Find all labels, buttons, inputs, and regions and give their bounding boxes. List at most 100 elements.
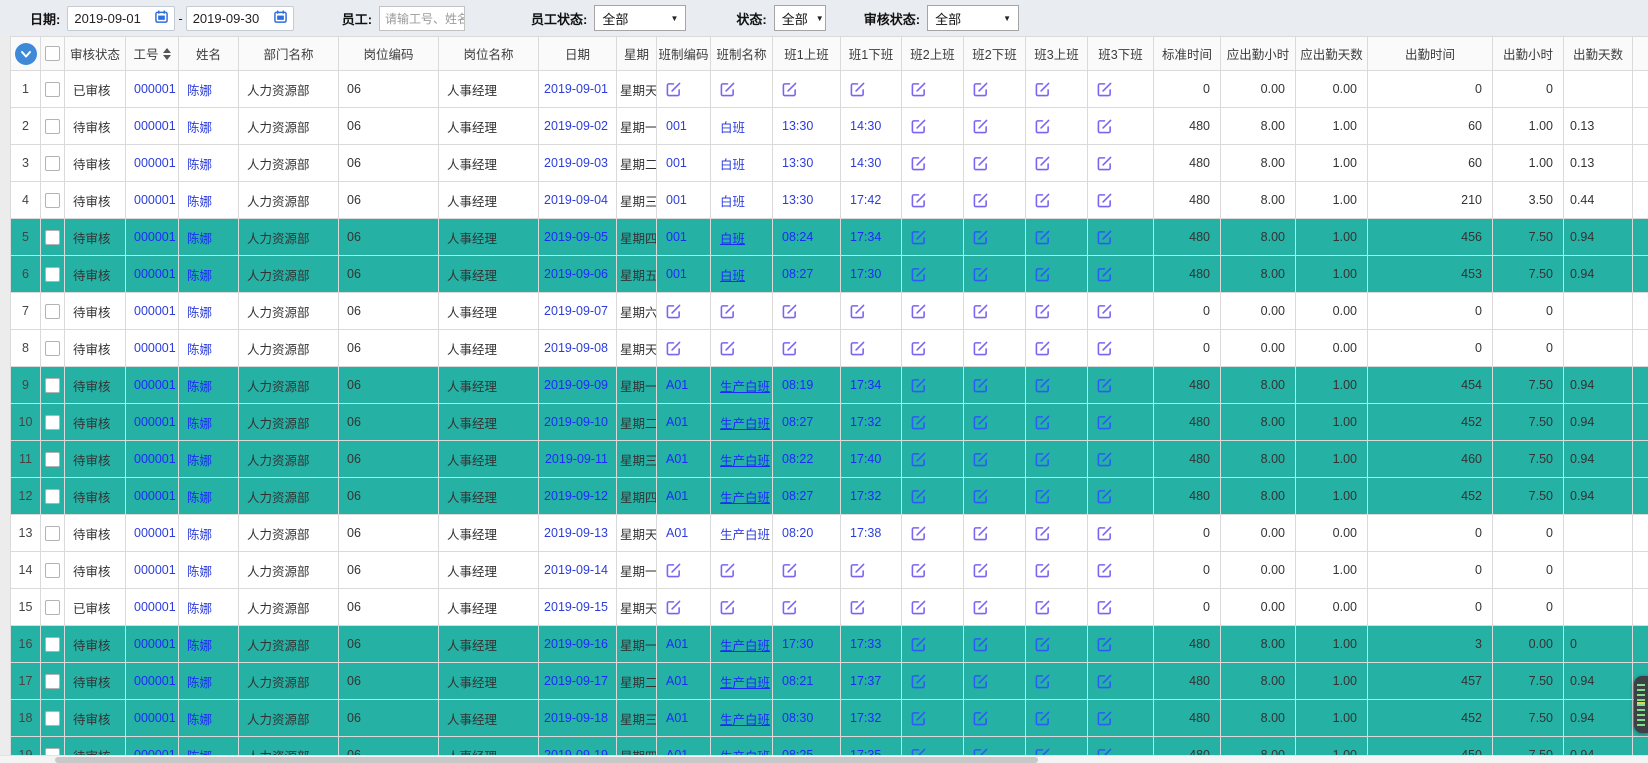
row-checkbox[interactable] (45, 230, 60, 245)
employee-name-link[interactable]: 陈娜 (187, 269, 212, 283)
edit-icon[interactable] (720, 82, 735, 97)
edit-icon[interactable] (973, 637, 988, 652)
date-link[interactable]: 2019-09-11 (545, 452, 608, 466)
employee-name-link[interactable]: 陈娜 (187, 195, 212, 209)
employee-no-link[interactable]: 000001 (134, 304, 176, 318)
date-to-input[interactable]: 2019-09-30 (186, 6, 294, 31)
shift1-out-link[interactable]: 17:40 (850, 452, 881, 466)
shift1-in-link[interactable]: 13:30 (782, 119, 813, 133)
edit-icon[interactable] (1035, 119, 1050, 134)
edit-icon[interactable] (911, 711, 926, 726)
edit-icon[interactable] (850, 563, 865, 578)
employee-name-link[interactable]: 陈娜 (187, 602, 212, 616)
edit-icon[interactable] (1097, 378, 1112, 393)
shift-name-link[interactable]: 白班 (720, 195, 745, 209)
employee-no-link[interactable]: 000001 (134, 674, 176, 688)
shift1-in-link[interactable]: 08:22 (782, 452, 813, 466)
edit-icon[interactable] (1035, 563, 1050, 578)
shift1-out-link[interactable]: 14:30 (850, 156, 881, 170)
edit-icon[interactable] (1097, 230, 1112, 245)
edit-icon[interactable] (911, 341, 926, 356)
shift1-in-link[interactable]: 08:27 (782, 267, 813, 281)
date-link[interactable]: 2019-09-10 (544, 415, 608, 429)
employee-no-link[interactable]: 000001 (134, 415, 176, 429)
edit-icon[interactable] (1097, 82, 1112, 97)
edit-icon[interactable] (850, 341, 865, 356)
shift-name-link[interactable]: 白班 (720, 158, 745, 172)
edit-icon[interactable] (1097, 452, 1112, 467)
edit-icon[interactable] (911, 193, 926, 208)
edit-icon[interactable] (1035, 600, 1050, 615)
edit-icon[interactable] (1097, 341, 1112, 356)
edit-icon[interactable] (911, 304, 926, 319)
date-from-input[interactable]: 2019-09-01 (67, 6, 175, 31)
row-checkbox[interactable] (45, 193, 60, 208)
employee-no-link[interactable]: 000001 (134, 156, 176, 170)
edit-icon[interactable] (1035, 193, 1050, 208)
row-checkbox[interactable] (45, 711, 60, 726)
date-link[interactable]: 2019-09-04 (544, 193, 608, 207)
shift-code-link[interactable]: 001 (666, 267, 687, 281)
row-checkbox[interactable] (45, 489, 60, 504)
shift-name-link[interactable]: 生产白班 (720, 639, 770, 653)
employee-name-link[interactable]: 陈娜 (187, 84, 212, 98)
edit-icon[interactable] (1097, 526, 1112, 541)
date-link[interactable]: 2019-09-01 (544, 82, 608, 96)
date-link[interactable]: 2019-09-18 (544, 711, 608, 725)
edit-icon[interactable] (666, 304, 681, 319)
edit-icon[interactable] (911, 230, 926, 245)
shift-name-link[interactable]: 生产白班 (720, 491, 770, 505)
edit-icon[interactable] (782, 341, 797, 356)
edit-icon[interactable] (720, 563, 735, 578)
edit-icon[interactable] (782, 600, 797, 615)
employee-no-link[interactable]: 000001 (134, 600, 176, 614)
row-checkbox[interactable] (45, 637, 60, 652)
edit-icon[interactable] (973, 526, 988, 541)
employee-name-link[interactable]: 陈娜 (187, 676, 212, 690)
edit-icon[interactable] (666, 600, 681, 615)
edit-icon[interactable] (666, 82, 681, 97)
edit-icon[interactable] (973, 119, 988, 134)
edit-icon[interactable] (973, 341, 988, 356)
horizontal-scrollbar-thumb[interactable] (55, 757, 1038, 763)
shift1-in-link[interactable]: 08:27 (782, 415, 813, 429)
edit-icon[interactable] (1035, 267, 1050, 282)
shift1-in-link[interactable]: 08:19 (782, 378, 813, 392)
edit-icon[interactable] (1035, 526, 1050, 541)
edit-icon[interactable] (1097, 563, 1112, 578)
edit-icon[interactable] (1035, 415, 1050, 430)
edit-icon[interactable] (1097, 267, 1112, 282)
row-checkbox[interactable] (45, 674, 60, 689)
edit-icon[interactable] (1035, 304, 1050, 319)
employee-no-link[interactable]: 000001 (134, 378, 176, 392)
shift-code-link[interactable]: A01 (666, 378, 688, 392)
date-link[interactable]: 2019-09-03 (544, 156, 608, 170)
date-link[interactable]: 2019-09-09 (544, 378, 608, 392)
shift-name-link[interactable]: 生产白班 (720, 713, 770, 727)
edit-icon[interactable] (1035, 82, 1050, 97)
edit-icon[interactable] (666, 341, 681, 356)
shift1-out-link[interactable]: 17:38 (850, 526, 881, 540)
calendar-icon[interactable] (155, 10, 168, 26)
edit-icon[interactable] (1035, 489, 1050, 504)
employee-name-link[interactable]: 陈娜 (187, 713, 212, 727)
row-checkbox[interactable] (45, 267, 60, 282)
shift-code-link[interactable]: A01 (666, 674, 688, 688)
edit-icon[interactable] (782, 563, 797, 578)
shift1-in-link[interactable]: 08:20 (782, 526, 813, 540)
employee-no-link[interactable]: 000001 (134, 452, 176, 466)
employee-no-link[interactable]: 000001 (134, 711, 176, 725)
edit-icon[interactable] (973, 674, 988, 689)
edit-icon[interactable] (1035, 156, 1050, 171)
sort-icon[interactable] (163, 48, 171, 60)
shift1-out-link[interactable]: 17:34 (850, 230, 881, 244)
collapse-all-button[interactable] (15, 43, 37, 65)
employee-name-link[interactable]: 陈娜 (187, 528, 212, 542)
shift-name-link[interactable]: 白班 (720, 269, 745, 283)
employee-search-input[interactable]: 请输工号、姓名或拼音 (379, 6, 465, 31)
edit-icon[interactable] (973, 156, 988, 171)
shift1-in-link[interactable]: 13:30 (782, 156, 813, 170)
edit-icon[interactable] (1035, 378, 1050, 393)
edit-icon[interactable] (973, 711, 988, 726)
edit-icon[interactable] (1097, 637, 1112, 652)
